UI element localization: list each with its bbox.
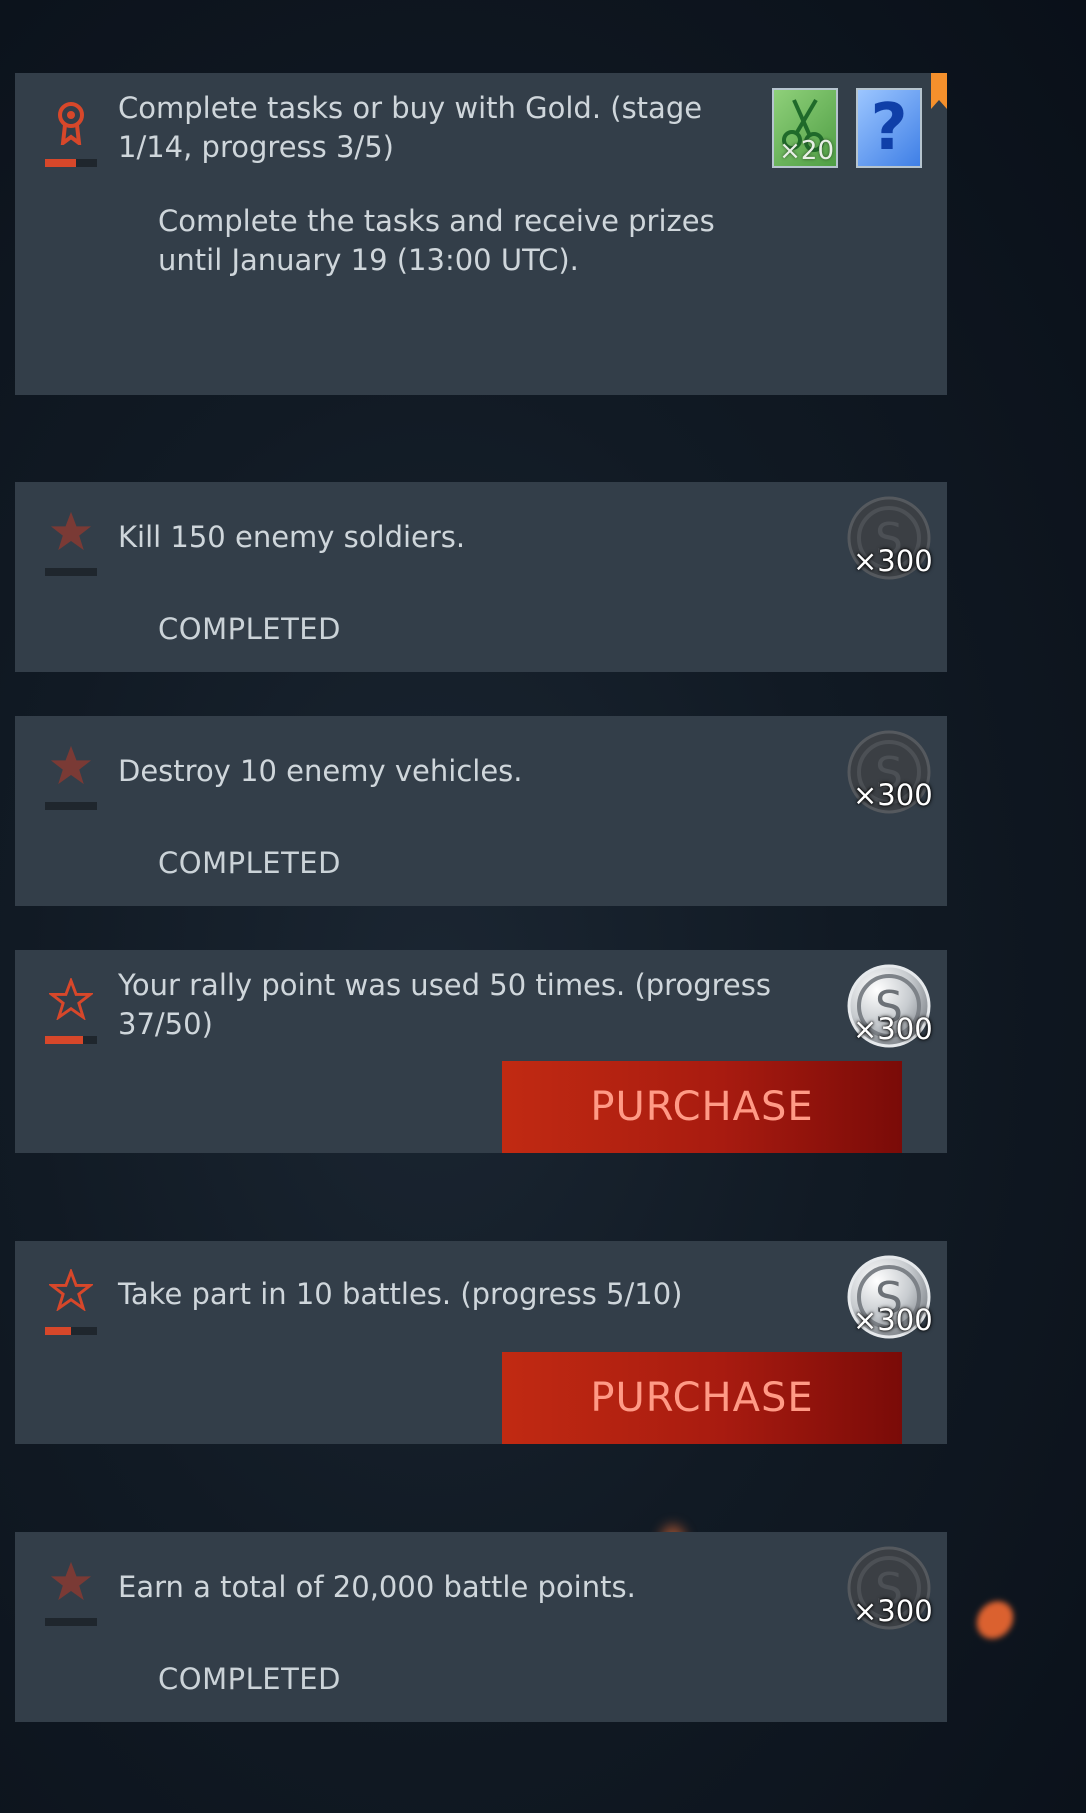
task-progress-bar [45,1618,97,1626]
task-card-3: Your rally point was used 50 times. (pro… [15,950,947,1153]
task-title: Destroy 10 enemy vehicles. [118,754,523,788]
task-progress-bar [45,802,97,810]
outline-star-icon [43,978,99,1020]
task-progress-bar [45,1036,97,1044]
silver-coin-reward: S ×300 [847,1255,933,1339]
filled-star-icon [43,744,99,786]
task-title: Take part in 10 battles. (progress 5/10) [118,1277,683,1311]
task-progress-bar [45,568,97,576]
silver-coin-reward: S ×300 [847,964,933,1048]
outline-star-icon [43,1269,99,1311]
question-mark-icon: ? [870,91,908,165]
bookmark-ribbon [931,73,947,109]
task-title: Your rally point was used 50 times. (pro… [118,968,771,1041]
reward-quantity: ×300 [853,1303,933,1337]
task-title: Earn a total of 20,000 battle points. [118,1570,636,1604]
task-card-1: Kill 150 enemy soldiers. COMPLETED S ×30… [15,482,947,672]
task-completed-label: COMPLETED [158,846,341,880]
reward-quantity: ×300 [853,778,933,812]
reward-mystery-item[interactable]: ? [856,88,922,168]
reward-quantity: ×300 [853,544,933,578]
task-card-2: Destroy 10 enemy vehicles. COMPLETED S ×… [15,716,947,906]
reward-quantity: ×300 [853,1594,933,1628]
reward-quantity: ×300 [853,1012,933,1046]
purchase-button[interactable]: PURCHASE [502,1352,902,1444]
reward-scissors-item[interactable]: ×20 [772,88,838,168]
silver-coin-reward: S ×300 [847,730,933,814]
medal-icon [43,101,99,145]
stage-task-description: Complete the tasks and receive prizes un… [158,204,715,277]
task-card-5: Earn a total of 20,000 battle points. CO… [15,1532,947,1722]
stage-progress-bar [45,159,97,167]
purchase-button[interactable]: PURCHASE [502,1061,902,1153]
task-card-4: Take part in 10 battles. (progress 5/10)… [15,1241,947,1444]
silver-coin-reward: S ×300 [847,496,933,580]
filled-star-icon [43,510,99,552]
stage-task-card: Complete tasks or buy with Gold. (stage … [15,73,947,395]
task-progress-bar [45,1327,97,1335]
silver-coin-reward: S ×300 [847,1546,933,1630]
reward-quantity: ×20 [779,136,834,166]
task-completed-label: COMPLETED [158,612,341,646]
stage-task-title: Complete tasks or buy with Gold. (stage … [118,91,703,164]
filled-star-icon [43,1560,99,1602]
task-completed-label: COMPLETED [158,1662,341,1696]
ember-spark [969,1593,1021,1647]
task-title: Kill 150 enemy soldiers. [118,520,466,554]
